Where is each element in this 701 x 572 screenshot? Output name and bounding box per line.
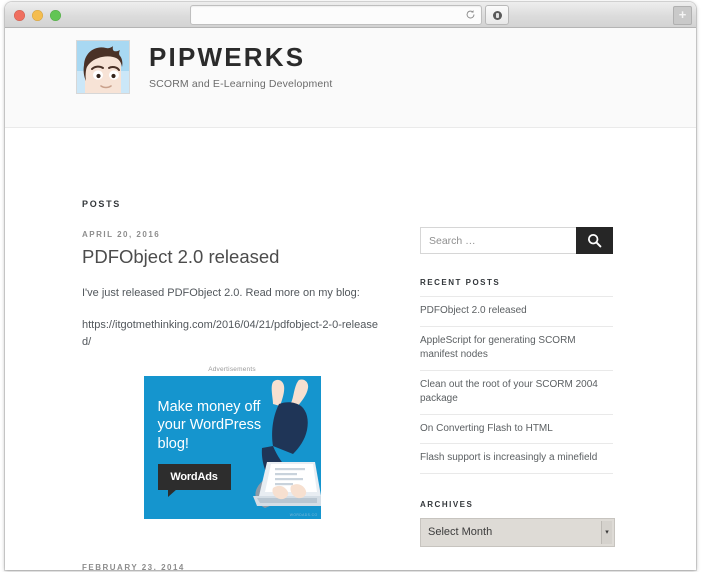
widget-title: ARCHIVES: [420, 499, 474, 509]
reader-icon: [492, 10, 502, 20]
widget-archives: ARCHIVES Select Month ▾: [420, 500, 620, 547]
site-titles: PIPWERKS SCORM and E-Learning Developmen…: [149, 44, 333, 90]
list-item[interactable]: PDFObject 2.0 released: [420, 297, 613, 327]
advertisement-block: Advertisements Make money off your WordP…: [82, 366, 382, 520]
post-excerpt: I've just released PDFObject 2.0. Read m…: [82, 286, 360, 299]
post-date: FEBRUARY 23, 2014: [82, 563, 185, 570]
post-link[interactable]: https://itgotmethinking.com/2016/04/21/p…: [82, 317, 382, 350]
advertisement-label: Advertisements: [208, 366, 256, 374]
list-item[interactable]: Clean out the root of your SCORM 2004 pa…: [420, 371, 613, 415]
page-content: PIPWERKS SCORM and E-Learning Developmen…: [5, 28, 696, 570]
reader-button[interactable]: [485, 5, 509, 25]
address-bar[interactable]: [190, 5, 482, 25]
advertisement-brand: WordAds: [170, 471, 218, 484]
widget-recent-posts: RECENT POSTS PDFObject 2.0 released Appl…: [420, 278, 620, 474]
search-input[interactable]: [420, 227, 576, 254]
site-branding[interactable]: PIPWERKS SCORM and E-Learning Developmen…: [76, 40, 332, 94]
list-item[interactable]: AppleScript for generating SCORM manifes…: [420, 327, 613, 371]
person-with-laptop-illustration: [252, 379, 321, 509]
post-title[interactable]: PDFObject 2.0 released: [82, 245, 382, 269]
advertisement-brand-bubble: WordAds: [157, 464, 231, 498]
list-item[interactable]: Flash support is increasingly a minefiel…: [420, 444, 613, 474]
reload-icon[interactable]: [465, 9, 476, 20]
maximize-window-button[interactable]: [50, 10, 61, 21]
list-item[interactable]: On Converting Flash to HTML: [420, 415, 613, 444]
widget-title: RECENT POSTS: [420, 278, 501, 287]
window-controls: [14, 10, 61, 21]
screenshot-root: + PIPWERKS SCORM and E-Learning Developm…: [0, 0, 701, 572]
close-window-button[interactable]: [14, 10, 25, 21]
post-item: FEBRUARY 23, 2014 AppleScript for genera…: [82, 563, 382, 570]
sidebar: RECENT POSTS PDFObject 2.0 released Appl…: [420, 227, 620, 570]
archives-select[interactable]: Select Month ▾: [420, 517, 615, 547]
search-submit-button[interactable]: [576, 227, 613, 254]
archives-select-value: Select Month: [428, 526, 493, 538]
recent-posts-list: PDFObject 2.0 released AppleScript for g…: [420, 296, 613, 474]
avatar-logo-icon: [76, 40, 130, 94]
recent-post-link[interactable]: AppleScript for generating SCORM manifes…: [420, 334, 613, 363]
recent-post-link[interactable]: PDFObject 2.0 released: [420, 304, 613, 319]
search-form: [420, 227, 613, 254]
chevron-down-icon[interactable]: ▾: [601, 520, 612, 544]
post-date: APRIL 20, 2016: [82, 230, 161, 239]
main-column: APRIL 20, 2016 PDFObject 2.0 released I'…: [82, 230, 382, 570]
recent-post-link[interactable]: On Converting Flash to HTML: [420, 422, 613, 437]
post-item: APRIL 20, 2016 PDFObject 2.0 released I'…: [82, 230, 382, 520]
site-header: PIPWERKS SCORM and E-Learning Developmen…: [5, 28, 696, 128]
site-description: SCORM and E-Learning Development: [149, 77, 333, 90]
minimize-window-button[interactable]: [32, 10, 43, 21]
posts-section-label: POSTS: [82, 199, 122, 209]
site-title[interactable]: PIPWERKS: [149, 44, 332, 72]
browser-titlebar: +: [5, 2, 696, 28]
recent-post-link[interactable]: Flash support is increasingly a minefiel…: [420, 451, 613, 466]
browser-window: + PIPWERKS SCORM and E-Learning Developm…: [5, 2, 696, 570]
advertisement-footnote: WORDADS.CO: [289, 513, 318, 518]
recent-post-link[interactable]: Clean out the root of your SCORM 2004 pa…: [420, 378, 613, 407]
new-tab-button[interactable]: +: [673, 6, 692, 25]
search-icon: [587, 233, 602, 248]
wordads-banner[interactable]: Make money off your WordPress blog! Word…: [143, 376, 321, 520]
